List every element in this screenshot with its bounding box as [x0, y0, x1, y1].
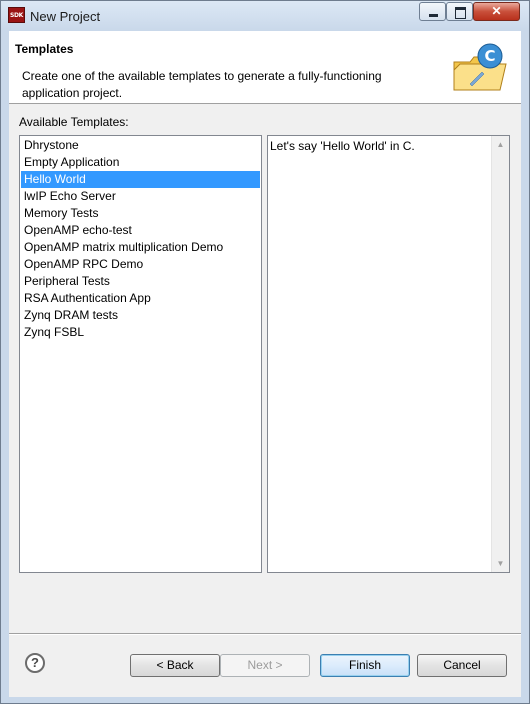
- template-list-item[interactable]: Peripheral Tests: [21, 273, 260, 290]
- template-list-item[interactable]: lwIP Echo Server: [21, 188, 260, 205]
- sdk-app-icon: SDK: [8, 7, 25, 23]
- maximize-icon: [455, 7, 466, 19]
- template-description: Let's say 'Hello World' in C.: [270, 139, 415, 153]
- window-title: New Project: [30, 9, 101, 24]
- maximize-button[interactable]: [446, 2, 473, 21]
- next-button[interactable]: Next >: [220, 654, 310, 677]
- back-button[interactable]: < Back: [130, 654, 220, 677]
- page-title: Templates: [15, 42, 74, 56]
- description-scrollbar[interactable]: ▲ ▼: [491, 136, 509, 572]
- minimize-icon: [429, 14, 438, 17]
- dialog-content: Templates Create one of the available te…: [9, 31, 521, 697]
- template-list-item[interactable]: Dhrystone: [21, 137, 260, 154]
- button-bar-separator: [9, 633, 521, 635]
- template-list-item[interactable]: Hello World: [21, 171, 260, 188]
- new-project-window: SDK New Project ✕ Templates Create one o…: [0, 0, 530, 704]
- svg-text:C: C: [484, 47, 495, 65]
- minimize-button[interactable]: [419, 2, 446, 21]
- template-list-item[interactable]: Zynq FSBL: [21, 324, 260, 341]
- template-list-item[interactable]: OpenAMP RPC Demo: [21, 256, 260, 273]
- template-list-item[interactable]: OpenAMP echo-test: [21, 222, 260, 239]
- templates-list[interactable]: Dhrystone Empty Application Hello World lwI…: [19, 135, 262, 573]
- scroll-up-arrow-icon[interactable]: ▲: [492, 136, 509, 153]
- close-button[interactable]: ✕: [473, 2, 520, 21]
- available-templates-label: Available Templates:: [19, 115, 129, 129]
- template-description-panel: Let's say 'Hello World' in C. ▲ ▼: [267, 135, 510, 573]
- help-icon[interactable]: ?: [25, 653, 45, 673]
- wizard-header: Templates Create one of the available te…: [9, 31, 521, 104]
- template-list-item[interactable]: OpenAMP matrix multiplication Demo: [21, 239, 260, 256]
- c-project-folder-icon: C: [453, 43, 507, 91]
- finish-button[interactable]: Finish: [320, 654, 410, 677]
- title-bar[interactable]: SDK New Project ✕: [1, 1, 529, 31]
- page-description: Create one of the available templates to…: [22, 69, 382, 100]
- cancel-button[interactable]: Cancel: [417, 654, 507, 677]
- template-list-item[interactable]: RSA Authentication App: [21, 290, 260, 307]
- template-list-item[interactable]: Empty Application: [21, 154, 260, 171]
- template-list-item[interactable]: Memory Tests: [21, 205, 260, 222]
- template-list-item[interactable]: Zynq DRAM tests: [21, 307, 260, 324]
- close-icon: ✕: [491, 4, 502, 18]
- scroll-down-arrow-icon[interactable]: ▼: [492, 555, 509, 572]
